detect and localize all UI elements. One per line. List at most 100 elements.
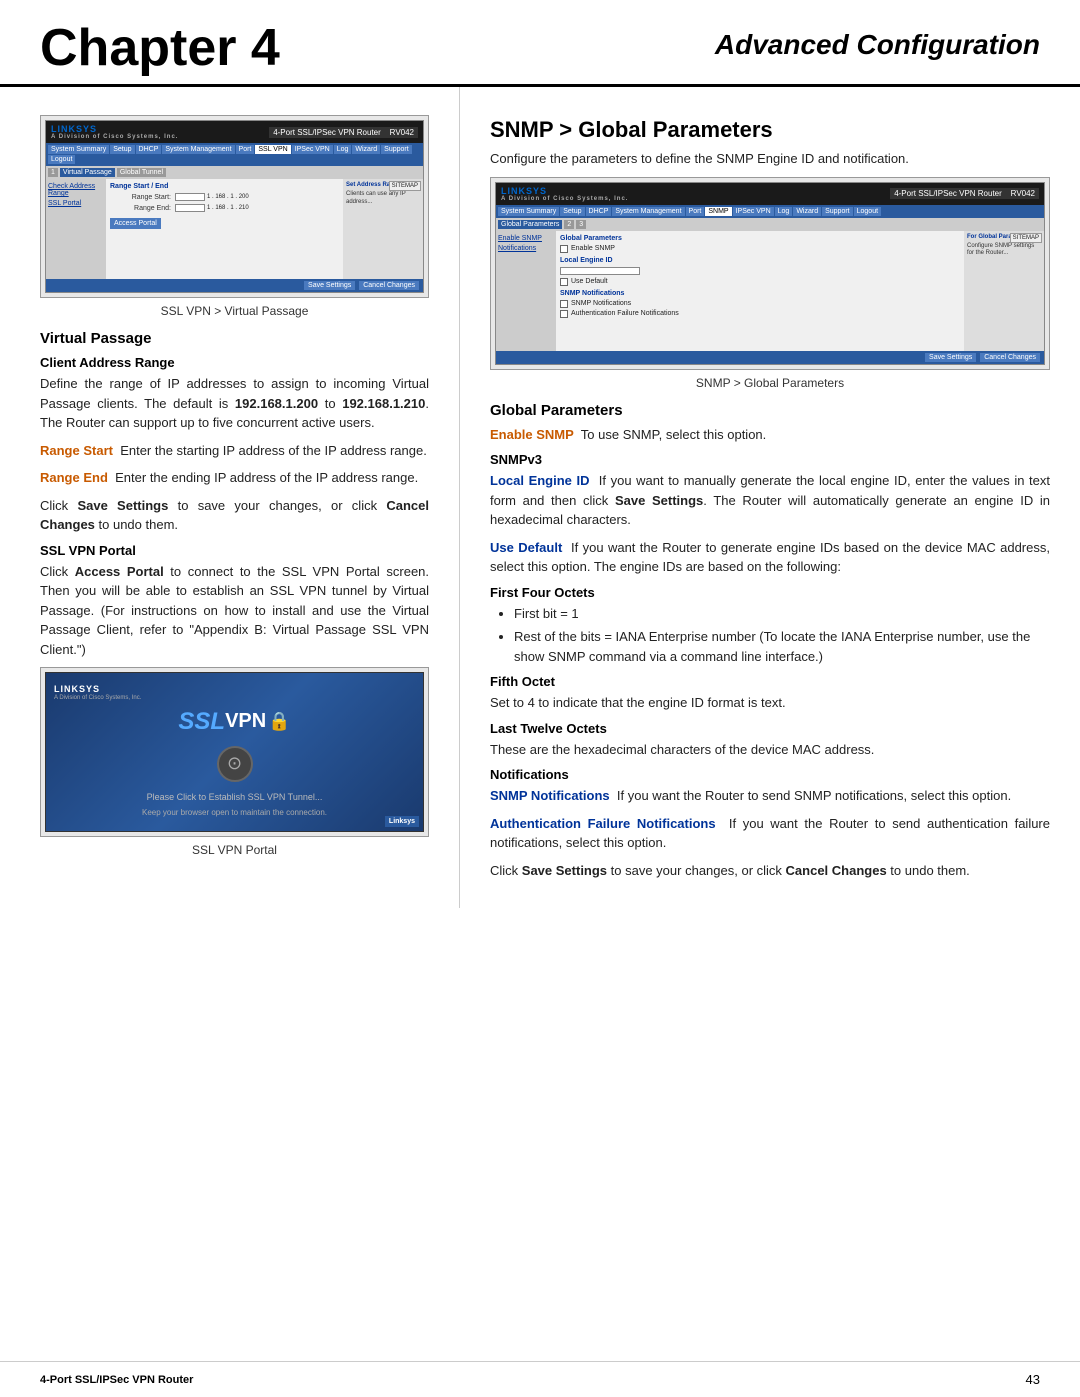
- linksys-ui-snmp: LINKSYSA Division of Cisco Systems, Inc.…: [495, 182, 1045, 365]
- input-range-end[interactable]: [175, 204, 205, 212]
- sidebar-ssl-portal[interactable]: SSL Portal: [48, 200, 104, 207]
- subtab-virtual-passage[interactable]: Virtual Passage: [60, 168, 115, 177]
- snmp-main: Global Parameters Enable SNMP Local Engi…: [556, 231, 964, 351]
- range-start-text: Range Start Enter the starting IP addres…: [40, 441, 429, 461]
- range-end-label: Range End: [40, 470, 108, 485]
- snmp-logo: LINKSYSA Division of Cisco Systems, Inc.: [501, 186, 628, 202]
- screenshot-ssl-vpn: LINKSYSA Division of Cisco Systems, Inc.…: [40, 115, 429, 298]
- tab-dhcp[interactable]: DHCP: [136, 145, 162, 154]
- snmp-main-heading: SNMP > Global Parameters: [490, 117, 1050, 143]
- fifth-octet-heading: Fifth Octet: [490, 674, 1050, 689]
- local-engine-id-label: Local Engine ID: [490, 473, 590, 488]
- save-settings-btn-1[interactable]: Save Settings: [304, 281, 355, 290]
- auth-failure-notifications-label: Authentication Failure Notifications: [490, 816, 716, 831]
- first-four-octets-list: First bit = 1 Rest of the bits = IANA En…: [514, 604, 1050, 667]
- snmp-tab-setup[interactable]: Setup: [560, 207, 584, 216]
- content-area: LINKSYSA Division of Cisco Systems, Inc.…: [0, 87, 1080, 908]
- enable-snmp-checkbox[interactable]: [560, 245, 568, 253]
- auth-failure-row: Authentication Failure Notifications: [560, 310, 960, 318]
- form-row-range-end: Range End: 1 . 168 . 1 . 210: [110, 204, 339, 212]
- snmp-tab-dhcp[interactable]: DHCP: [586, 207, 612, 216]
- snmp-tabs: System Summary Setup DHCP System Managem…: [496, 205, 1044, 218]
- cancel-changes-btn-1[interactable]: Cancel Changes: [359, 281, 419, 290]
- tab-ssl-vpn[interactable]: SSL VPN: [255, 145, 290, 154]
- tab-support[interactable]: Support: [381, 145, 412, 154]
- use-default-label: Use Default: [571, 278, 608, 285]
- last-twelve-octets-body: These are the hexadecimal characters of …: [490, 740, 1050, 760]
- tab-system2[interactable]: System Management: [162, 145, 234, 154]
- snmp-tab-port[interactable]: Port: [686, 207, 705, 216]
- sidebar-snmp-notif[interactable]: Notifications: [498, 245, 554, 252]
- use-default-body: Use Default If you want the Router to ge…: [490, 538, 1050, 577]
- tab-wizard[interactable]: Wizard: [352, 145, 380, 154]
- tab-log[interactable]: Log: [334, 145, 352, 154]
- snmp-tab-snmp[interactable]: SNMP: [705, 207, 731, 216]
- snmp-tab-system[interactable]: System Summary: [498, 207, 559, 216]
- ssl-text: SSL: [178, 708, 225, 736]
- range-end-text: Range End Enter the ending IP address of…: [40, 468, 429, 488]
- linksys-right-panel: Set Address Range Clients can use any IP…: [343, 179, 423, 279]
- label-range-end: Range End:: [110, 205, 175, 212]
- snmp-tab-ipsec[interactable]: IPSec VPN: [733, 207, 774, 216]
- snmp-engine-input-row: [560, 267, 960, 275]
- screenshot1-caption: SSL VPN > Virtual Passage: [40, 304, 429, 318]
- ssl-vpn-portal-heading: SSL VPN Portal: [40, 543, 429, 558]
- tab-setup[interactable]: Setup: [110, 145, 134, 154]
- subtab-1[interactable]: 1: [48, 168, 58, 177]
- snmp-notifications-body: SNMP Notifications If you want the Route…: [490, 786, 1050, 806]
- auth-failure-body: Authentication Failure Notifications If …: [490, 814, 1050, 853]
- snmp-intro: Configure the parameters to define the S…: [490, 149, 1050, 169]
- snmp-subtab-global[interactable]: Global Parameters: [498, 220, 562, 229]
- snmp-notifications-section: SNMP Notifications SNMP Notifications Au…: [560, 290, 960, 318]
- tab-port[interactable]: Port: [236, 145, 255, 154]
- first-four-octets-item-2: Rest of the bits = IANA Enterprise numbe…: [514, 627, 1050, 666]
- snmp-screenshot-caption: SNMP > Global Parameters: [490, 376, 1050, 390]
- sidebar-check-address[interactable]: Check Address Range: [48, 183, 104, 197]
- snmp-subtabs: Global Parameters 2 3: [496, 218, 1044, 231]
- right-column: SNMP > Global Parameters Configure the p…: [460, 87, 1080, 908]
- footer-page: 43: [1026, 1372, 1040, 1387]
- snmp-notif-row: SNMP Notifications: [560, 300, 960, 308]
- use-default-checkbox[interactable]: [560, 278, 568, 286]
- linksys-subtabs: 1 Virtual Passage Global Tunnel: [46, 166, 423, 179]
- auth-failure-checkbox[interactable]: [560, 310, 568, 318]
- snmp-subtab-3[interactable]: 3: [576, 220, 586, 229]
- snmp-tab-support[interactable]: Support: [822, 207, 853, 216]
- snmp-notif-title: SNMP Notifications: [560, 290, 960, 297]
- snmp-tab-wizard[interactable]: Wizard: [793, 207, 821, 216]
- snmp-tab-logout[interactable]: Logout: [854, 207, 881, 216]
- portal-icon: 🔒: [268, 711, 290, 732]
- snmp-tab-mgmt[interactable]: System Management: [612, 207, 684, 216]
- portal-linksys-logo: LINKSYS A Division of Cisco Systems, Inc…: [54, 679, 141, 701]
- form-row-range-start: Range Start: 1 . 168 . 1 . 200: [110, 193, 339, 201]
- portal-connect-icon[interactable]: ⊙: [217, 746, 253, 782]
- snmpv3-heading: SNMPv3: [490, 452, 1050, 467]
- snmp-subtab-2[interactable]: 2: [564, 220, 574, 229]
- footer-product: 4-Port SSL/IPSec VPN Router: [40, 1374, 193, 1386]
- portal-logo-text: LINKSYS: [54, 684, 100, 694]
- input-range-start[interactable]: [175, 193, 205, 201]
- snmp-notif-checkbox[interactable]: [560, 300, 568, 308]
- tab-logout[interactable]: Logout: [48, 155, 75, 164]
- snmp-tab-log[interactable]: Log: [775, 207, 793, 216]
- snmp-engine-input[interactable]: [560, 267, 640, 275]
- global-params-heading: Global Parameters: [490, 402, 1050, 419]
- tab-ipsec[interactable]: IPSec VPN: [292, 145, 333, 154]
- screenshot2-caption: SSL VPN Portal: [40, 843, 429, 857]
- fifth-octet-body: Set to 4 to indicate that the engine ID …: [490, 693, 1050, 713]
- save-settings-btn-2[interactable]: Save Settings: [925, 353, 976, 362]
- tab-system[interactable]: System Summary: [48, 145, 109, 154]
- portal-click-text: Please Click to Establish SSL VPN Tunnel…: [147, 792, 323, 802]
- ssl-vpn-portal-body: Click Access Portal to connect to the SS…: [40, 562, 429, 660]
- sidebar-snmp-enable[interactable]: Enable SNMP: [498, 235, 554, 242]
- snmp-sidebar: Enable SNMP Notifications: [496, 231, 556, 351]
- linksys-logo: LINKSYSA Division of Cisco Systems, Inc.: [51, 124, 178, 140]
- snmp-notifications-label: SNMP Notifications: [490, 788, 610, 803]
- use-default-label-text: Use Default: [490, 540, 562, 555]
- vpn-text: VPN: [225, 710, 266, 733]
- linksys-section-range: Range Start / End: [110, 183, 339, 190]
- cancel-changes-btn-2[interactable]: Cancel Changes: [980, 353, 1040, 362]
- subtab-global-tunnel[interactable]: Global Tunnel: [117, 168, 166, 177]
- access-portal-button[interactable]: Access Portal: [110, 218, 161, 229]
- portal-keep-open-text: Keep your browser open to maintain the c…: [142, 808, 327, 817]
